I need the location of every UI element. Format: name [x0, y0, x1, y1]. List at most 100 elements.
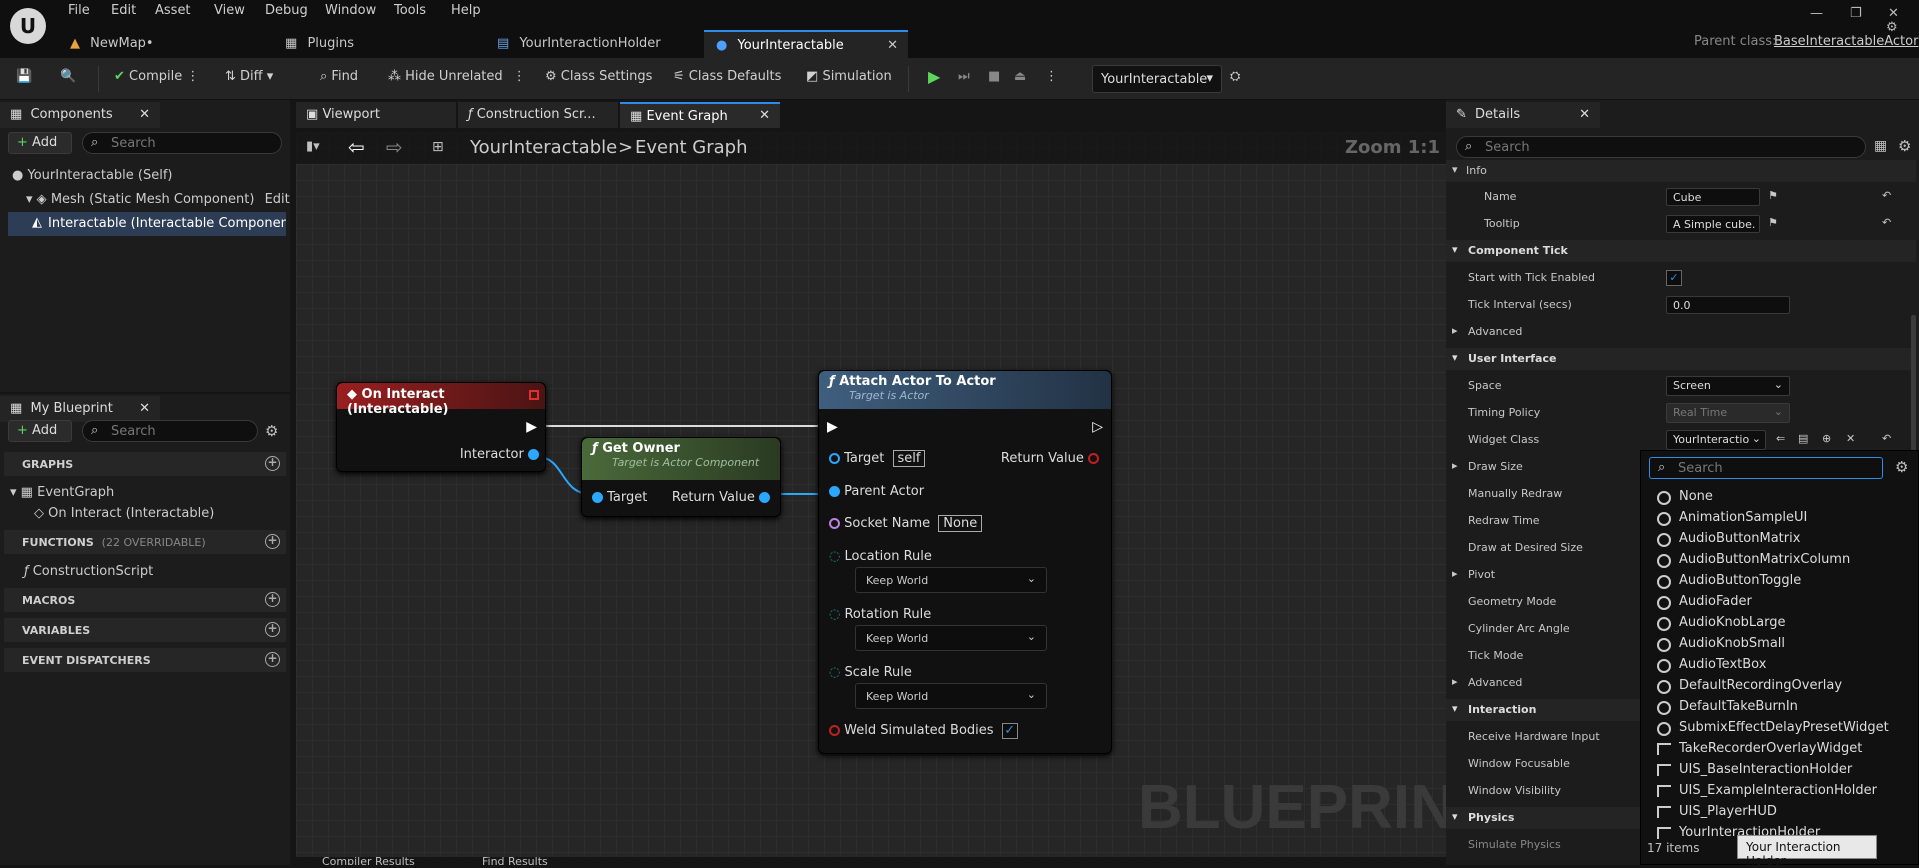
menu-window[interactable]: Window	[325, 3, 376, 18]
play-icon[interactable]: ▶	[928, 67, 940, 86]
function-construction-script[interactable]: ƒ ConstructionScript	[24, 564, 153, 579]
pin-owner-return[interactable]: Return Value	[672, 490, 770, 505]
menu-file[interactable]: File	[68, 3, 90, 18]
flag-icon[interactable]: ⚑	[1768, 189, 1778, 202]
gear-icon[interactable]: ⚙	[265, 422, 278, 440]
minimize-icon[interactable]: —	[1810, 6, 1823, 21]
diff-button[interactable]: ⇅ Diff ▾	[225, 69, 273, 84]
picker-item[interactable]: DefaultTakeBurnIn	[1679, 699, 1798, 714]
node-get-owner[interactable]: ƒ Get Owner Target is Actor Component Ta…	[581, 437, 781, 517]
location-rule-dropdown[interactable]: Keep World ⌄	[855, 567, 1047, 593]
stop-icon[interactable]: ■	[988, 69, 1000, 84]
picker-item[interactable]: AudioKnobSmall	[1679, 636, 1785, 651]
weld-checkbox[interactable]: ✓	[1001, 723, 1018, 739]
compile-button[interactable]: ✔ Compile ⋮	[114, 69, 199, 84]
exec-out-pin[interactable]: ▷	[1092, 419, 1103, 435]
section-info[interactable]: ▾ Info	[1446, 160, 1916, 182]
picker-item[interactable]: AudioFader	[1679, 594, 1752, 609]
scale-rule-dropdown[interactable]: Keep World ⌄	[855, 683, 1047, 709]
tab-event-graph[interactable]: ▦ Event Graph ✕	[620, 102, 780, 128]
tab-newmap[interactable]: ▲ NewMap•	[70, 30, 270, 58]
parent-class-link[interactable]: BaseInteractableActor	[1774, 34, 1918, 49]
pin-socket-name[interactable]: Socket Name None	[829, 515, 983, 532]
tab-yourinteractionholder[interactable]: ▤ YourInteractionHolder	[497, 30, 697, 58]
kebab-icon[interactable]: ⋮	[1045, 69, 1058, 84]
tab-yourinteractable[interactable]: ● YourInteractable ✕	[704, 30, 908, 58]
tab-plugins[interactable]: ▦ Plugins	[285, 30, 475, 58]
picker-item[interactable]: DefaultRecordingOverlay	[1679, 678, 1842, 693]
exec-out-pin[interactable]: ▶	[526, 419, 537, 435]
node-attach-actor[interactable]: ƒ Attach Actor To Actor Target is Actor …	[818, 370, 1112, 754]
edit-in-link[interactable]: Edit in	[265, 192, 290, 207]
menu-help[interactable]: Help	[451, 3, 481, 18]
browse-icon[interactable]: 🔍	[60, 69, 76, 84]
tab-my-blueprint[interactable]: ▦ My Blueprint ✕	[0, 396, 160, 422]
add-variable-icon[interactable]: +	[265, 622, 280, 637]
picker-item[interactable]: None	[1679, 489, 1713, 504]
picker-item[interactable]: AudioKnobLarge	[1679, 615, 1786, 630]
row-advanced[interactable]: ▸ Advanced	[1446, 321, 1916, 343]
section-variables[interactable]: VARIABLES +	[4, 618, 286, 642]
node-on-interact[interactable]: ◆ On Interact (Interactable) ▶ Interacto…	[336, 382, 546, 472]
add-function-icon[interactable]: +	[265, 534, 280, 549]
section-graphs[interactable]: GRAPHS +	[4, 452, 286, 476]
tick-interval-field[interactable]: 0.0	[1666, 296, 1790, 314]
close-icon[interactable]: ✕	[139, 107, 150, 122]
add-macro-icon[interactable]: +	[265, 592, 280, 607]
menu-asset[interactable]: Asset	[155, 3, 191, 18]
section-functions[interactable]: FUNCTIONS (22 OVERRIDABLE) +	[4, 530, 286, 554]
reset-icon[interactable]: ↶	[1882, 216, 1891, 229]
close-icon[interactable]: ✕	[759, 108, 770, 123]
component-interactable[interactable]: ◭ Interactable (Interactable Component)	[8, 212, 286, 236]
tab-viewport[interactable]: ▣ Viewport	[296, 102, 456, 128]
space-select[interactable]: Screen ⌄	[1666, 376, 1790, 396]
close-icon[interactable]: ✕	[1579, 107, 1590, 122]
picker-item[interactable]: AnimationSampleUI	[1679, 510, 1807, 525]
simulation-button[interactable]: ◩ Simulation	[806, 69, 892, 84]
hide-unrelated-button[interactable]: ⁂ Hide Unrelated ⋮	[388, 69, 526, 84]
my-blueprint-search-input[interactable]: ⌕ Search	[82, 420, 258, 442]
close-icon[interactable]: ✕	[139, 401, 150, 416]
tab-construction-script[interactable]: ƒ Construction Scr...	[458, 102, 618, 128]
delegate-pin-icon[interactable]	[529, 390, 539, 400]
event-graph-canvas[interactable]: ▮▾ ⇦ ⇨ ⊞ YourInteractable > Event Graph …	[296, 132, 1446, 865]
picker-item[interactable]: AudioTextBox	[1679, 657, 1766, 672]
tooltip-field[interactable]: A Simple cube.	[1666, 215, 1760, 233]
debug-filter-icon[interactable]: ⛭	[1230, 69, 1240, 84]
socket-name-field[interactable]: None	[938, 515, 983, 532]
reset-icon[interactable]: ↶	[1882, 432, 1891, 445]
debug-object-select[interactable]: YourInteractable ▾	[1092, 65, 1222, 93]
class-settings-button[interactable]: ⚙ Class Settings	[545, 69, 652, 84]
menu-edit[interactable]: Edit	[111, 3, 136, 18]
picker-item[interactable]: AudioButtonMatrixColumn	[1679, 552, 1850, 567]
tick-enabled-checkbox[interactable]: ✓	[1666, 270, 1682, 286]
section-event-dispatchers[interactable]: EVENT DISPATCHERS +	[4, 648, 286, 672]
section-component-tick[interactable]: ▾ Component Tick	[1446, 240, 1916, 262]
settings-icon[interactable]: ⚙	[1886, 20, 1898, 35]
widget-class-select[interactable]: YourInteractio ⌄	[1666, 430, 1766, 450]
picker-item[interactable]: UIS_ExampleInteractionHolder	[1679, 783, 1877, 798]
restore-icon[interactable]: ❐	[1850, 6, 1862, 21]
section-macros[interactable]: MACROS +	[4, 588, 286, 612]
pin-weld-simulated-bodies[interactable]: Weld Simulated Bodies ✓	[829, 723, 1018, 739]
pin-target[interactable]: Target self	[829, 450, 926, 467]
flag-icon[interactable]: ⚑	[1768, 216, 1778, 229]
tab-find-results[interactable]: Find Results	[482, 857, 548, 865]
picker-item[interactable]: SubmixEffectDelayPresetWidget	[1679, 720, 1889, 735]
exec-in-pin[interactable]: ▶	[827, 419, 838, 435]
add-graph-icon[interactable]: +	[265, 456, 280, 471]
table-view-icon[interactable]: ▦	[1874, 138, 1887, 154]
close-tab-icon[interactable]: ✕	[887, 38, 898, 53]
menu-tools[interactable]: Tools	[394, 3, 426, 18]
pin-owner-target[interactable]: Target	[592, 490, 647, 505]
picker-item[interactable]: UIS_PlayerHUD	[1679, 804, 1777, 819]
component-mesh[interactable]: ▾ ◈ Mesh (Static Mesh Component) Edit in	[26, 192, 290, 207]
step-icon[interactable]: ⏭	[958, 69, 970, 84]
event-on-interact[interactable]: ◇ On Interact (Interactable)	[34, 506, 214, 521]
tab-details[interactable]: ✎ Details ✕	[1446, 102, 1600, 128]
rotation-rule-dropdown[interactable]: Keep World ⌄	[855, 625, 1047, 651]
picker-search-input[interactable]: ⌕ Search	[1649, 457, 1883, 479]
menu-debug[interactable]: Debug	[265, 3, 308, 18]
components-search-input[interactable]: ⌕ Search	[82, 132, 282, 154]
add-component-button[interactable]: + Add	[8, 132, 72, 154]
